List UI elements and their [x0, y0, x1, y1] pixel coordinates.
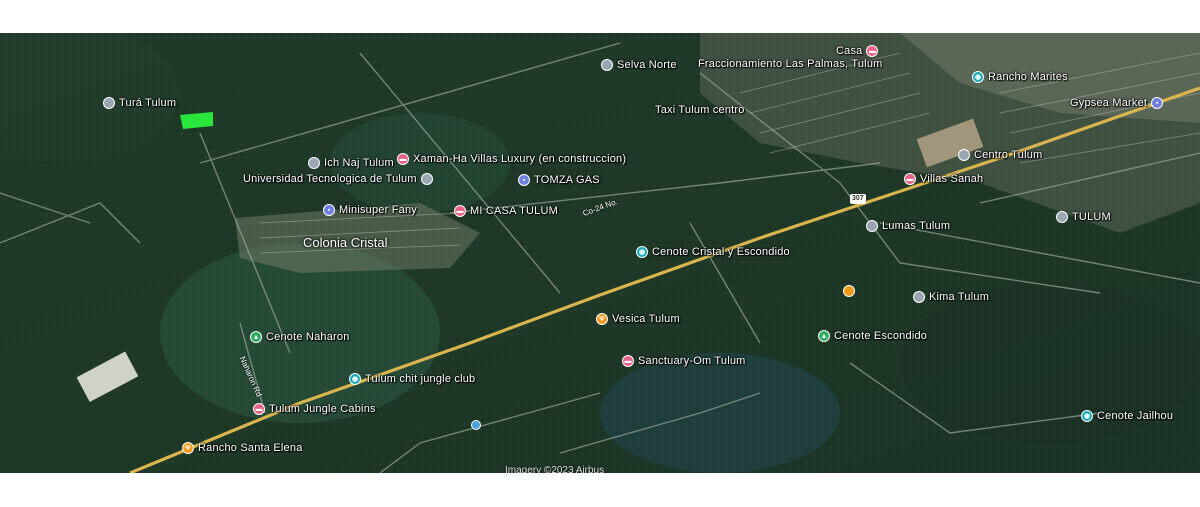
satellite-map[interactable]: Colonia Cristal Naharon Rd Co-24 No. 307…	[0, 33, 1200, 473]
poi-label: Cenote Cristal y Escondido	[652, 246, 790, 258]
imagery-attribution: Imagery ©2023 Airbus	[505, 465, 605, 473]
poi-tomza[interactable]: ▪ TOMZA GAS	[518, 174, 600, 186]
poi-tulum-city[interactable]: TULUM	[1056, 211, 1111, 223]
poi-label: Casa	[836, 45, 863, 57]
poi-label: MI CASA TULUM	[470, 205, 558, 217]
pin-icon	[913, 291, 925, 303]
poi-cenote-jailhouse[interactable]: ◉ Cenote Jailhou	[1081, 410, 1173, 422]
highway-307-shield: 307	[850, 194, 866, 204]
hotel-icon: ▬	[397, 153, 409, 165]
poi-tulum-chit[interactable]: ◉ Tulum chit jungle club	[349, 373, 475, 385]
shop-icon: ▪	[323, 204, 335, 216]
poi-gypsea[interactable]: ▪ Gypsea Market	[1070, 97, 1164, 109]
restaurant-icon[interactable]	[843, 285, 855, 297]
water-marker-icon	[471, 420, 481, 430]
poi-label: Taxi Tulum centro	[655, 104, 745, 116]
park-icon: ▲	[250, 331, 262, 343]
camera-icon: ◉	[1081, 410, 1093, 422]
poi-label: Tulum Jungle Cabins	[269, 403, 376, 415]
poi-kima[interactable]: Kima Tulum	[913, 291, 989, 303]
poi-mi-casa[interactable]: ▬ MI CASA TULUM	[454, 205, 558, 217]
poi-label: Villas Sanah	[920, 173, 984, 185]
pin-icon	[601, 59, 613, 71]
poi-cenote-naharon[interactable]: ▲ Cenote Naharon	[250, 331, 350, 343]
pin-icon	[1056, 211, 1068, 223]
poi-universidad[interactable]: Universidad Tecnologica de Tulum	[243, 173, 433, 185]
hotel-icon: ▬	[454, 205, 466, 217]
poi-cenote-escondido[interactable]: ▲ Cenote Escondido	[818, 330, 927, 342]
poi-taxi-tulum[interactable]: Taxi Tulum centro	[655, 104, 745, 116]
poi-label: Tulum chit jungle club	[365, 373, 476, 385]
highlighted-parcel	[180, 112, 213, 129]
shop-icon: ▪	[1151, 97, 1164, 109]
poi-label: Cenote Escondido	[834, 330, 928, 342]
poi-vesica[interactable]: Ψ Vesica Tulum	[596, 313, 680, 325]
poi-label: Vesica Tulum	[612, 313, 680, 325]
poi-label: Lumas Tulum	[882, 220, 951, 232]
poi-label: Ich Naj Tulum	[324, 157, 394, 169]
camera-icon: ◉	[349, 373, 361, 385]
poi-label: Rancho Marites	[988, 71, 1068, 83]
poi-label: Cenote Naharon	[266, 331, 350, 343]
camera-icon: ◉	[636, 246, 648, 258]
poi-label: Centro Tulum	[974, 149, 1043, 161]
hotel-icon: ▬	[904, 173, 916, 185]
poi-label: Fraccionamiento Las Palmas, Tulum	[698, 58, 883, 70]
poi-xaman-ha[interactable]: ▬ Xaman-Ha Villas Luxury (en construccio…	[397, 153, 626, 165]
hotel-icon: ▬	[253, 403, 265, 415]
restaurant-icon: Ψ	[596, 313, 608, 325]
poi-label: Turá Tulum	[119, 97, 177, 109]
poi-label: Cenote Jailhou	[1097, 410, 1174, 422]
poi-label: TULUM	[1072, 211, 1111, 223]
camera-icon: ◉	[972, 71, 984, 83]
poi-selva-norte[interactable]: Selva Norte	[601, 59, 677, 71]
poi-lumas[interactable]: Lumas Tulum	[866, 220, 950, 232]
pin-icon	[308, 157, 320, 169]
colonia-cristal-label: Colonia Cristal	[303, 235, 388, 250]
satellite-imagery	[0, 33, 1200, 473]
poi-label: Universidad Tecnologica de Tulum	[243, 173, 417, 185]
poi-tura-tulum[interactable]: Turá Tulum	[103, 97, 176, 109]
poi-sanctuary[interactable]: ▬ Sanctuary-Om Tulum	[622, 355, 746, 367]
poi-jungle-cabins[interactable]: ▬ Tulum Jungle Cabins	[253, 403, 376, 415]
pin-icon	[103, 97, 115, 109]
pin-icon	[866, 220, 878, 232]
poi-minisuper[interactable]: ▪ Minisuper Fany	[323, 204, 417, 216]
school-icon	[420, 173, 433, 185]
poi-centro-tulum[interactable]: Centro Tulum	[958, 149, 1042, 161]
poi-cenote-cristal[interactable]: ◉ Cenote Cristal y Escondido	[636, 246, 790, 258]
poi-label: Rancho Santa Elena	[198, 442, 303, 454]
restaurant-icon: Ψ	[182, 442, 194, 454]
poi-label: Sanctuary-Om Tulum	[638, 355, 746, 367]
poi-label: TOMZA GAS	[534, 174, 600, 186]
poi-label: Gypsea Market	[1070, 97, 1148, 109]
poi-label: Selva Norte	[617, 59, 677, 71]
hotel-icon: ▬	[622, 355, 634, 367]
poi-rancho-marites[interactable]: ◉ Rancho Marites	[972, 71, 1068, 83]
hotel-icon: ▬	[866, 45, 879, 57]
gas-icon: ▪	[518, 174, 530, 186]
pin-icon	[958, 149, 970, 161]
poi-label: Xaman-Ha Villas Luxury (en construccion)	[413, 153, 627, 165]
poi-label: Minisuper Fany	[339, 204, 417, 216]
poi-rancho-santa-elena[interactable]: Ψ Rancho Santa Elena	[182, 442, 303, 454]
poi-ich-naj[interactable]: Ich Naj Tulum	[308, 157, 394, 169]
park-icon: ▲	[818, 330, 830, 342]
poi-label: Kima Tulum	[929, 291, 990, 303]
poi-fraccionamiento[interactable]: Fraccionamiento Las Palmas, Tulum	[698, 58, 883, 70]
poi-casa[interactable]: Casa ▬	[836, 45, 879, 57]
poi-villas-sanah[interactable]: ▬ Villas Sanah	[904, 173, 983, 185]
